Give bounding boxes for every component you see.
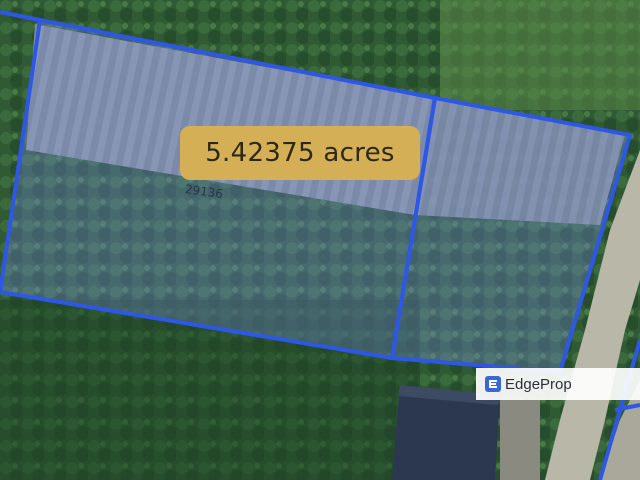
edgeprop-watermark: EdgeProp <box>476 368 640 400</box>
area-label: 5.42375 acres <box>180 126 420 180</box>
satellite-imagery <box>0 0 640 480</box>
watermark-text: EdgeProp <box>505 375 572 393</box>
map-view[interactable]: 5.42375 acres 29136 EdgeProp <box>0 0 640 480</box>
edgeprop-logo-icon <box>485 376 501 392</box>
